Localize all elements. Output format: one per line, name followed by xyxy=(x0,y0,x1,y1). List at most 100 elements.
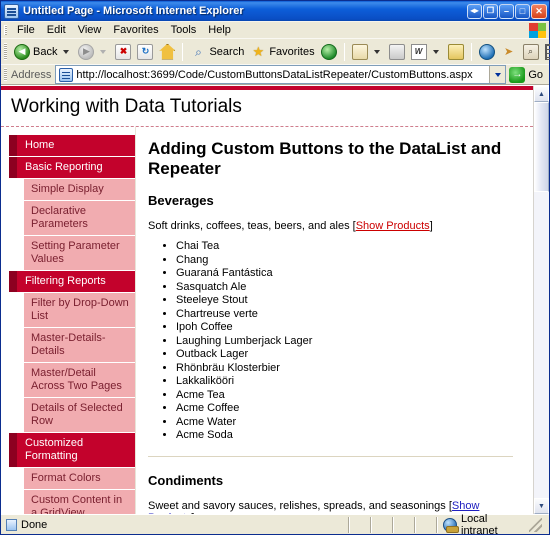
star-icon: ★ xyxy=(250,44,266,60)
back-button[interactable]: ◀ Back xyxy=(11,42,75,62)
restore-group-right-button[interactable]: ❐ xyxy=(483,4,498,19)
sidebar-item-filter-by-drop-down-list[interactable]: Filter by Drop-Down List xyxy=(24,293,135,328)
section-divider xyxy=(148,456,513,457)
sidebar-item-label: Filter by Drop-Down List xyxy=(31,297,129,322)
minimize-button[interactable]: – xyxy=(499,4,514,19)
sidebar-item-label: Declarative Parameters xyxy=(31,205,88,230)
research-button[interactable]: ⌕ xyxy=(520,42,542,62)
list-item: Outback Lager xyxy=(176,348,513,361)
sidebar-item-setting-parameter-values[interactable]: Setting Parameter Values xyxy=(24,236,135,271)
discuss-button[interactable] xyxy=(445,42,467,62)
edit-button[interactable]: W xyxy=(408,42,445,62)
msn-button[interactable] xyxy=(476,42,498,62)
resize-grip[interactable] xyxy=(529,518,542,532)
go-button[interactable]: → Go xyxy=(509,67,549,83)
list-item: Lakkalikööri xyxy=(176,375,513,388)
sidebar-section-filtering-reports[interactable]: Filtering Reports xyxy=(17,271,135,293)
back-history-chevron-down-icon[interactable] xyxy=(63,50,69,54)
menu-help[interactable]: Help xyxy=(202,23,237,37)
maximize-button[interactable]: □ xyxy=(515,4,530,19)
stop-icon: ✖ xyxy=(115,44,131,60)
security-zone-pane[interactable]: Local intranet xyxy=(437,517,549,533)
address-input-wrap[interactable]: http://localhost:3699/Code/CustomButtons… xyxy=(55,65,506,84)
restore-group-left-button[interactable]: ◂▸ xyxy=(467,4,482,19)
sidebar-item-details-of-selected-row[interactable]: Details of Selected Row xyxy=(24,398,135,433)
scroll-down-button[interactable]: ▼ xyxy=(534,498,549,514)
scrollbar-track[interactable] xyxy=(534,102,549,498)
status-text-pane: Done xyxy=(1,517,349,533)
menu-tools[interactable]: Tools xyxy=(165,23,203,37)
toolbar-grip[interactable] xyxy=(4,43,7,60)
back-arrow-icon: ◀ xyxy=(14,44,30,60)
favorites-button[interactable]: ★ Favorites xyxy=(247,42,317,62)
address-input[interactable]: http://localhost:3699/Code/CustomButtons… xyxy=(76,69,489,81)
forward-history-chevron-down-icon[interactable] xyxy=(100,50,106,54)
sidebar-item-label: Format Colors xyxy=(31,472,101,484)
messenger-button[interactable]: ➤ xyxy=(498,42,520,62)
list-item: Acme Soda xyxy=(176,429,513,442)
menu-edit[interactable]: Edit xyxy=(41,23,72,37)
back-glyph: ◀ xyxy=(19,47,26,56)
forward-button[interactable]: ▶ xyxy=(75,42,112,62)
globe-icon xyxy=(443,518,457,532)
edit-chevron-down-icon[interactable] xyxy=(433,50,439,54)
mail-chevron-down-icon[interactable] xyxy=(374,50,380,54)
refresh-icon: ↻ xyxy=(137,44,153,60)
mail-button[interactable] xyxy=(349,42,386,62)
sidebar-item-custom-content-gridview[interactable]: Custom Content in a GridView xyxy=(24,490,135,514)
vertical-scrollbar[interactable]: ▲ ▼ xyxy=(533,86,549,514)
address-grip[interactable] xyxy=(4,68,7,81)
sidebar-item-label: Custom Content in a GridView xyxy=(31,494,122,514)
scrollbar-thumb[interactable] xyxy=(534,102,549,192)
status-text: Done xyxy=(21,519,47,531)
search-button[interactable]: ⌕ Search xyxy=(187,42,247,62)
discussion-icon xyxy=(448,44,464,60)
list-item: Chang xyxy=(176,254,513,267)
maximize-glyph: □ xyxy=(520,7,525,16)
address-dropdown-button[interactable] xyxy=(489,66,505,83)
sidebar-item-master-detail-across-two-pages[interactable]: Master/Detail Across Two Pages xyxy=(24,363,135,398)
close-button[interactable]: ✕ xyxy=(531,4,547,19)
menu-file[interactable]: File xyxy=(11,23,41,37)
list-item: Rhönbräu Klosterbier xyxy=(176,362,513,375)
sidebar-item-home[interactable]: Home xyxy=(17,135,135,157)
menu-grip[interactable] xyxy=(4,25,7,35)
window-controls: ◂▸ ❐ – □ ✕ xyxy=(467,4,547,19)
home-icon xyxy=(159,44,175,60)
product-list-beverages: Chai Tea Chang Guaraná Fantástica Sasqua… xyxy=(148,240,513,442)
media-button[interactable] xyxy=(318,42,340,62)
stop-button[interactable]: ✖ xyxy=(112,42,134,62)
toolbar-separator-1 xyxy=(182,43,183,61)
sidebar-item-format-colors[interactable]: Format Colors xyxy=(24,468,135,490)
sidebar-section-basic-reporting[interactable]: Basic Reporting xyxy=(17,157,135,179)
page-title: Working with Data Tutorials xyxy=(11,96,523,118)
menu-view[interactable]: View xyxy=(72,23,108,37)
show-products-link-beverages[interactable]: Show Products xyxy=(356,220,430,232)
windows-flag-icon xyxy=(529,23,546,38)
scroll-up-button[interactable]: ▲ xyxy=(534,86,549,102)
page-body: Home Basic Reporting Simple Display Decl… xyxy=(1,127,533,514)
list-item: Acme Coffee xyxy=(176,402,513,415)
sidebar-item-declarative-parameters[interactable]: Declarative Parameters xyxy=(24,201,135,236)
chevron-down-icon xyxy=(495,73,501,77)
sidebar-item-label: Master/Detail Across Two Pages xyxy=(31,367,122,392)
refresh-button[interactable]: ↻ xyxy=(134,42,156,62)
status-pane-2 xyxy=(371,517,393,533)
status-pane-4 xyxy=(415,517,437,533)
media-icon xyxy=(321,44,337,60)
grid-button[interactable] xyxy=(542,42,550,62)
status-pane-1 xyxy=(349,517,371,533)
back-label: Back xyxy=(33,46,57,58)
sidebar-section-customized-formatting[interactable]: Customized Formatting xyxy=(17,433,135,468)
list-item: Guaraná Fantástica xyxy=(176,267,513,280)
print-button[interactable] xyxy=(386,42,408,62)
home-button[interactable] xyxy=(156,42,178,62)
restore-group-left-glyph: ◂▸ xyxy=(470,7,478,15)
sidebar-item-master-details-details[interactable]: Master-Details-Details xyxy=(24,328,135,363)
browser-window: Untitled Page - Microsoft Internet Explo… xyxy=(0,0,550,535)
sidebar-item-simple-display[interactable]: Simple Display xyxy=(24,179,135,201)
menu-favorites[interactable]: Favorites xyxy=(107,23,164,37)
web-page: Working with Data Tutorials Home Basic R… xyxy=(1,86,533,514)
list-item: Acme Tea xyxy=(176,389,513,402)
toolbar-separator-2 xyxy=(344,43,345,61)
